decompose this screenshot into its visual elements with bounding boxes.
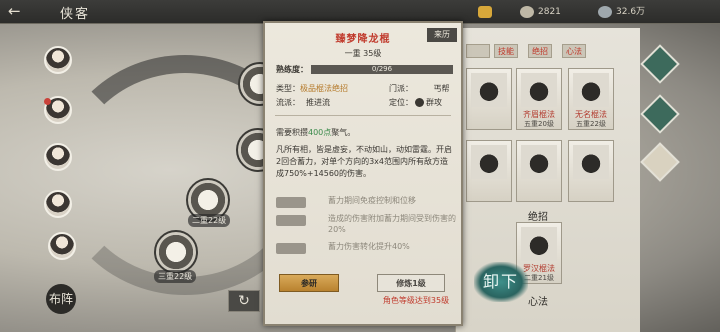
skill-card[interactable] xyxy=(466,140,512,202)
skill-card[interactable] xyxy=(516,140,562,202)
skill-slot-level: 二重22级 xyxy=(188,214,231,227)
faction-label: 门派： xyxy=(389,84,413,93)
skill-slot-level: 三重22级 xyxy=(154,270,197,283)
tab-filter[interactable] xyxy=(466,44,490,58)
skill-slot[interactable] xyxy=(154,230,198,274)
school-label: 流派： xyxy=(276,98,300,107)
skill-description: 凡所有相，皆是虚妄，不动如山，动如雷霆。开启2回合蓄力，对单个方向的3x4范围内… xyxy=(276,145,452,178)
proficiency-text: 0/296 xyxy=(371,65,393,73)
type-label: 类型： xyxy=(276,84,300,93)
skill-card-level: 五重20级 xyxy=(524,120,554,128)
lock-icon xyxy=(276,243,306,254)
attribute-text: 蓄力期间免疫控制和位移 xyxy=(328,196,416,205)
hero-portrait[interactable] xyxy=(44,143,72,171)
requirement-suffix: 聚气。 xyxy=(331,128,356,137)
section-ultimate-title: 绝招 xyxy=(528,212,548,223)
faction-value: 丐帮 xyxy=(433,84,450,93)
coin-icon xyxy=(520,5,534,18)
skill-card[interactable]: 无名棍法 五重22级 xyxy=(568,68,614,130)
skill-card[interactable] xyxy=(568,140,614,202)
type-value: 极品棍法绝招 xyxy=(300,84,348,93)
role-icon xyxy=(415,98,424,107)
requirement-value: 400点 xyxy=(308,128,332,137)
school-row: 流派： 推进流 xyxy=(276,97,330,108)
gold-ingot-icon xyxy=(478,5,492,18)
currency-icon xyxy=(598,5,612,18)
position-label: 定位： xyxy=(389,98,413,107)
position-row: 定位： 群攻 xyxy=(389,97,442,108)
unequip-button[interactable]: 卸下 xyxy=(474,262,528,302)
skill-art xyxy=(573,73,609,107)
school-value: 推进流 xyxy=(306,98,330,107)
formation-button[interactable]: 布阵 xyxy=(46,284,76,314)
back-arrow-icon[interactable]: ← xyxy=(8,3,38,21)
page-title: 侠客 xyxy=(60,7,91,22)
skill-detail-popup: 臻梦降龙棍 来历 一重 35级 熟练度： 0/296 类型：极品棍法绝招 门派：… xyxy=(263,21,463,326)
coin-resource[interactable]: 2821 xyxy=(520,3,561,21)
lock-icon xyxy=(276,215,306,226)
skill-card[interactable]: 齐眉棍法 五重20级 xyxy=(516,68,562,130)
unlock-condition: 角色等级达到35级 xyxy=(382,296,450,305)
hero-portrait[interactable] xyxy=(44,46,72,74)
proficiency-bar: 0/296 xyxy=(311,65,453,74)
skill-art xyxy=(471,73,507,107)
locked-attribute: 蓄力期间免疫控制和位移 xyxy=(276,195,456,213)
skill-art xyxy=(521,73,557,107)
refresh-icon[interactable]: ↻ xyxy=(228,290,260,312)
currency-value: 32.6万 xyxy=(616,7,646,17)
attribute-text: 蓄力伤害转化提升40% xyxy=(328,242,410,251)
lock-icon xyxy=(276,197,306,208)
proficiency-label: 熟练度： xyxy=(276,65,308,74)
divider xyxy=(275,115,451,116)
faction-row: 门派： 丐帮 xyxy=(389,83,450,94)
locked-attribute: 蓄力伤害转化提升40% xyxy=(276,241,456,259)
hero-portrait[interactable] xyxy=(48,232,76,260)
skill-card-level: 五重22级 xyxy=(576,120,606,128)
hero-portrait[interactable] xyxy=(44,190,72,218)
tab-ultimate[interactable]: 绝招 xyxy=(528,44,552,58)
locked-attribute: 造成的伤害附加蓄力期间受到伤害的20% xyxy=(276,213,456,234)
type-row: 类型：极品棍法绝招 xyxy=(276,83,348,94)
skill-card[interactable] xyxy=(466,68,512,130)
skill-art xyxy=(521,145,557,179)
gold-ingot-resource[interactable] xyxy=(478,3,496,21)
requirement-text: 需要积攒400点聚气。 xyxy=(276,127,355,138)
skill-art xyxy=(471,145,507,179)
skill-art xyxy=(521,227,557,261)
section-mental-title: 心法 xyxy=(528,297,548,308)
tab-skills[interactable]: 技能 xyxy=(494,44,518,58)
study-button[interactable]: 参研 xyxy=(279,274,339,292)
coin-value: 2821 xyxy=(538,7,561,17)
skill-art xyxy=(573,145,609,179)
attribute-text: 造成的伤害附加蓄力期间受到伤害的20% xyxy=(328,214,456,234)
cultivate-button[interactable]: 修炼1级 xyxy=(377,274,445,292)
tab-mental[interactable]: 心法 xyxy=(562,44,586,58)
requirement-prefix: 需要积攒 xyxy=(276,128,308,137)
skill-level: 一重 35级 xyxy=(344,49,382,58)
source-button[interactable]: 来历 xyxy=(427,28,457,42)
notification-dot xyxy=(44,98,51,105)
position-value: 群攻 xyxy=(426,98,442,107)
currency-resource[interactable]: 32.6万 xyxy=(598,3,645,21)
